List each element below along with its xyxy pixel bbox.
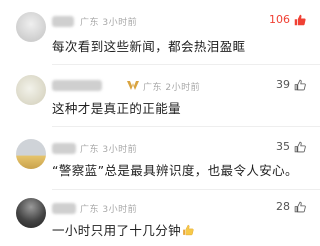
- comment-meta: 广东 2小时前: [143, 83, 201, 93]
- username-redacted[interactable]: [52, 80, 102, 91]
- divider: [52, 189, 320, 190]
- thumbs-up-icon: [294, 141, 306, 152]
- avatar[interactable]: [16, 139, 46, 169]
- thumbs-up-icon: [294, 79, 306, 90]
- like-button[interactable]: 106: [269, 13, 306, 26]
- like-count: 39: [276, 78, 290, 91]
- comment-text: 每次看到这些新闻，都会热泪盈眶: [52, 39, 246, 54]
- avatar[interactable]: [16, 198, 46, 228]
- username-redacted[interactable]: [52, 143, 76, 154]
- comment-text: 这种才是真正的正能量: [52, 101, 182, 116]
- thumbs-up-icon: [294, 201, 306, 212]
- comment-text-row: 一小时只用了十几分钟: [52, 220, 194, 239]
- avatar[interactable]: [16, 12, 46, 42]
- comment-meta: 广东 3小时前: [80, 18, 138, 28]
- comment-text: 一小时只用了十几分钟: [52, 223, 182, 238]
- like-button[interactable]: 28: [276, 200, 306, 213]
- like-count: 28: [276, 200, 290, 213]
- username-redacted[interactable]: [52, 16, 74, 27]
- like-button[interactable]: 35: [276, 140, 306, 153]
- username-redacted[interactable]: [52, 203, 76, 214]
- like-button[interactable]: 39: [276, 78, 306, 91]
- divider: [52, 126, 320, 127]
- comment-meta: 广东 3小时前: [80, 205, 138, 215]
- vip-badge-icon: [127, 81, 139, 90]
- divider: [52, 64, 320, 65]
- thumbs-up-emoji-icon: [183, 224, 194, 236]
- avatar[interactable]: [16, 75, 46, 105]
- comment-meta: 广东 3小时前: [80, 145, 138, 155]
- comment-text: “警察蓝”总是最具辨识度，也最令人安心。: [52, 163, 298, 178]
- thumbs-up-filled-icon: [294, 14, 306, 25]
- like-count: 106: [269, 13, 290, 26]
- like-count: 35: [276, 140, 290, 153]
